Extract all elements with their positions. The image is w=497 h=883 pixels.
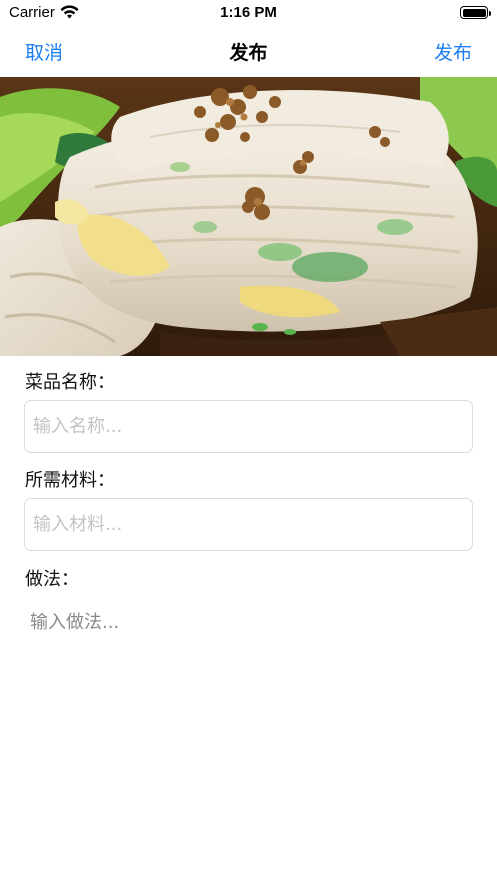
dish-name-input[interactable] bbox=[24, 400, 473, 453]
cancel-button[interactable]: 取消 bbox=[25, 38, 63, 65]
method-textarea[interactable] bbox=[24, 601, 473, 851]
navigation-bar: 取消 发布 发布 bbox=[0, 26, 497, 76]
dish-photo-illustration bbox=[0, 77, 497, 356]
dish-photo[interactable] bbox=[0, 77, 497, 356]
ingredients-label: 所需材料： bbox=[25, 470, 115, 491]
ingredients-input[interactable] bbox=[24, 498, 473, 551]
status-time: 1:16 PM bbox=[220, 4, 277, 21]
method-label: 做法： bbox=[25, 569, 79, 590]
status-bar: Carrier 1:16 PM bbox=[0, 0, 497, 26]
publish-button[interactable]: 发布 bbox=[434, 38, 472, 65]
battery-icon bbox=[460, 6, 491, 19]
page-title: 发布 bbox=[229, 42, 268, 64]
dish-name-label: 菜品名称： bbox=[25, 372, 115, 393]
